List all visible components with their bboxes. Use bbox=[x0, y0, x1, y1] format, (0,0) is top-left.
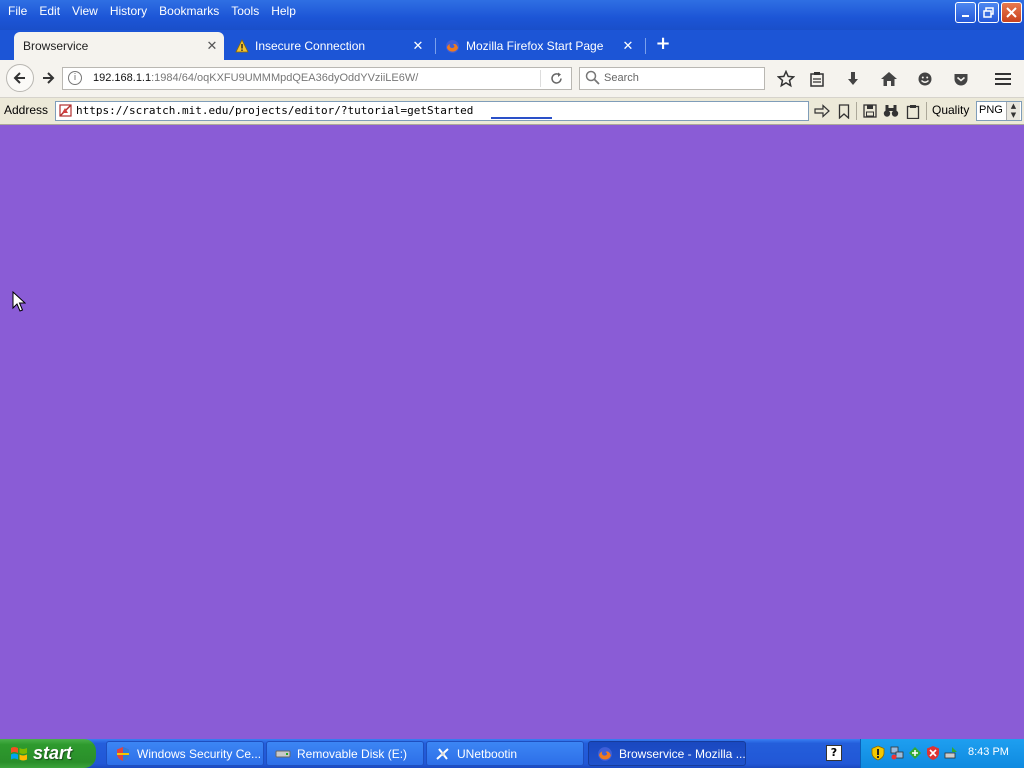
search-icon bbox=[585, 70, 600, 85]
start-label: start bbox=[33, 743, 73, 763]
pocket-button[interactable] bbox=[950, 68, 972, 90]
open-menu-button[interactable] bbox=[992, 68, 1014, 90]
taskbar-item-label: UNetbootin bbox=[457, 746, 518, 761]
tab-separator bbox=[435, 38, 436, 54]
bookmark-icon bbox=[838, 103, 850, 119]
address-label: Address bbox=[4, 103, 49, 117]
address-url[interactable]: https://scratch.mit.edu/projects/editor/… bbox=[76, 104, 473, 117]
menu-bar: File Edit View History Bookmarks Tools H… bbox=[0, 0, 302, 22]
menu-bookmarks[interactable]: Bookmarks bbox=[153, 0, 225, 22]
back-button[interactable] bbox=[6, 64, 34, 92]
go-button[interactable] bbox=[813, 102, 831, 120]
firefox-icon bbox=[598, 746, 612, 761]
tab-label: Browservice bbox=[23, 39, 89, 53]
toolbar-divider bbox=[856, 102, 857, 120]
menu-help[interactable]: Help bbox=[265, 0, 302, 22]
taskbar-item-unetbootin[interactable]: UNetbootin bbox=[426, 741, 584, 766]
hamburger-icon bbox=[995, 73, 1011, 85]
smiley-icon bbox=[918, 72, 932, 86]
close-window-button[interactable] bbox=[1001, 2, 1022, 23]
tab-label: Mozilla Firefox Start Page bbox=[466, 39, 604, 53]
home-icon bbox=[881, 72, 897, 86]
menu-view[interactable]: View bbox=[66, 0, 104, 22]
downloads-button[interactable] bbox=[842, 68, 864, 90]
tab-browservice[interactable]: Browservice ✕ bbox=[14, 32, 224, 60]
tab-separator bbox=[645, 38, 646, 54]
taskbar-item-label: Browservice - Mozilla ... bbox=[619, 746, 745, 761]
tab-label: Insecure Connection bbox=[255, 39, 366, 53]
menu-file[interactable]: File bbox=[2, 0, 33, 22]
clipboard-button[interactable] bbox=[904, 102, 922, 120]
page-content[interactable] bbox=[0, 125, 1024, 739]
hello-button[interactable] bbox=[914, 68, 936, 90]
taskbar-item-windows-security[interactable]: Windows Security Ce... bbox=[106, 741, 264, 766]
minimize-icon bbox=[961, 14, 969, 17]
warning-icon bbox=[235, 39, 249, 53]
drive-icon bbox=[275, 750, 291, 757]
quality-spinner[interactable]: ▲ ▼ bbox=[1006, 102, 1020, 120]
tab-close-icon[interactable]: ✕ bbox=[410, 38, 426, 54]
menu-tools[interactable]: Tools bbox=[225, 0, 265, 22]
taskbar-item-label: Removable Disk (E:) bbox=[297, 746, 408, 761]
save-icon bbox=[863, 104, 877, 118]
start-button[interactable]: start bbox=[0, 739, 96, 768]
reading-list-button[interactable] bbox=[806, 68, 828, 90]
alert-shield-tray-icon[interactable] bbox=[925, 745, 941, 761]
new-tab-button[interactable]: + bbox=[654, 34, 672, 54]
url-host: 192.168.1.1 bbox=[93, 72, 152, 84]
insecure-lock-icon bbox=[59, 104, 72, 117]
update-tray-icon[interactable] bbox=[907, 745, 923, 761]
forward-button[interactable] bbox=[38, 68, 58, 88]
clipboard-icon bbox=[810, 72, 824, 87]
search-placeholder: Search bbox=[604, 72, 639, 84]
url-path: :1984/64/oqKXFU9UMMMpdQEA36dyOddYVziiLE6… bbox=[151, 72, 419, 84]
tab-firefox-start-page[interactable]: Mozilla Firefox Start Page ✕ bbox=[440, 32, 640, 60]
save-button[interactable] bbox=[861, 102, 879, 120]
pocket-icon bbox=[954, 74, 968, 86]
quality-value: PNG bbox=[979, 104, 1003, 116]
url-divider bbox=[540, 70, 541, 87]
tab-close-icon[interactable]: ✕ bbox=[204, 38, 220, 54]
taskbar-item-browservice[interactable]: Browservice - Mozilla ... bbox=[588, 741, 746, 766]
restore-button[interactable] bbox=[978, 2, 999, 23]
url-text[interactable]: 192.168.1.1:1984/64/oqKXFU9UMMMpdQEA36dy… bbox=[93, 72, 418, 84]
help-icon[interactable]: ? bbox=[826, 745, 842, 761]
quality-label: Quality bbox=[932, 103, 970, 117]
plus-icon: + bbox=[655, 33, 671, 54]
toolbar-divider bbox=[926, 102, 927, 120]
bookmark-button[interactable] bbox=[835, 102, 853, 120]
mouse-cursor-icon bbox=[12, 291, 26, 312]
info-icon[interactable]: i bbox=[68, 71, 82, 85]
binoculars-icon bbox=[883, 105, 899, 117]
download-arrow-icon bbox=[848, 72, 858, 85]
close-icon bbox=[1006, 7, 1017, 18]
home-button[interactable] bbox=[878, 68, 900, 90]
taskbar-item-label: Windows Security Ce... bbox=[137, 746, 262, 761]
system-clock: 8:43 PM bbox=[968, 746, 1009, 758]
star-icon bbox=[777, 70, 795, 88]
unetbootin-icon bbox=[436, 747, 449, 760]
firefox-icon bbox=[446, 39, 459, 53]
find-button[interactable] bbox=[882, 102, 900, 120]
minimize-button[interactable] bbox=[955, 2, 976, 23]
safely-remove-tray-icon[interactable] bbox=[943, 745, 959, 761]
arrow-left-icon bbox=[13, 72, 25, 84]
reload-button[interactable] bbox=[548, 70, 564, 86]
restore-icon bbox=[983, 7, 994, 18]
taskbar-item-removable-disk[interactable]: Removable Disk (E:) bbox=[266, 741, 424, 766]
go-arrow-icon bbox=[814, 104, 830, 118]
tab-close-icon[interactable]: ✕ bbox=[620, 38, 636, 54]
security-shield-tray-icon[interactable] bbox=[870, 745, 886, 761]
arrow-right-icon bbox=[43, 72, 55, 84]
menu-edit[interactable]: Edit bbox=[33, 0, 66, 22]
reload-icon bbox=[550, 72, 562, 84]
clipboard-icon bbox=[906, 104, 920, 119]
menu-history[interactable]: History bbox=[104, 0, 153, 22]
shield-icon bbox=[117, 746, 129, 761]
network-tray-icon[interactable] bbox=[889, 745, 905, 761]
windows-logo-icon bbox=[11, 746, 27, 760]
bookmark-star-button[interactable] bbox=[775, 68, 797, 90]
loading-progress bbox=[491, 117, 552, 119]
tab-insecure-connection[interactable]: Insecure Connection ✕ bbox=[230, 32, 430, 60]
